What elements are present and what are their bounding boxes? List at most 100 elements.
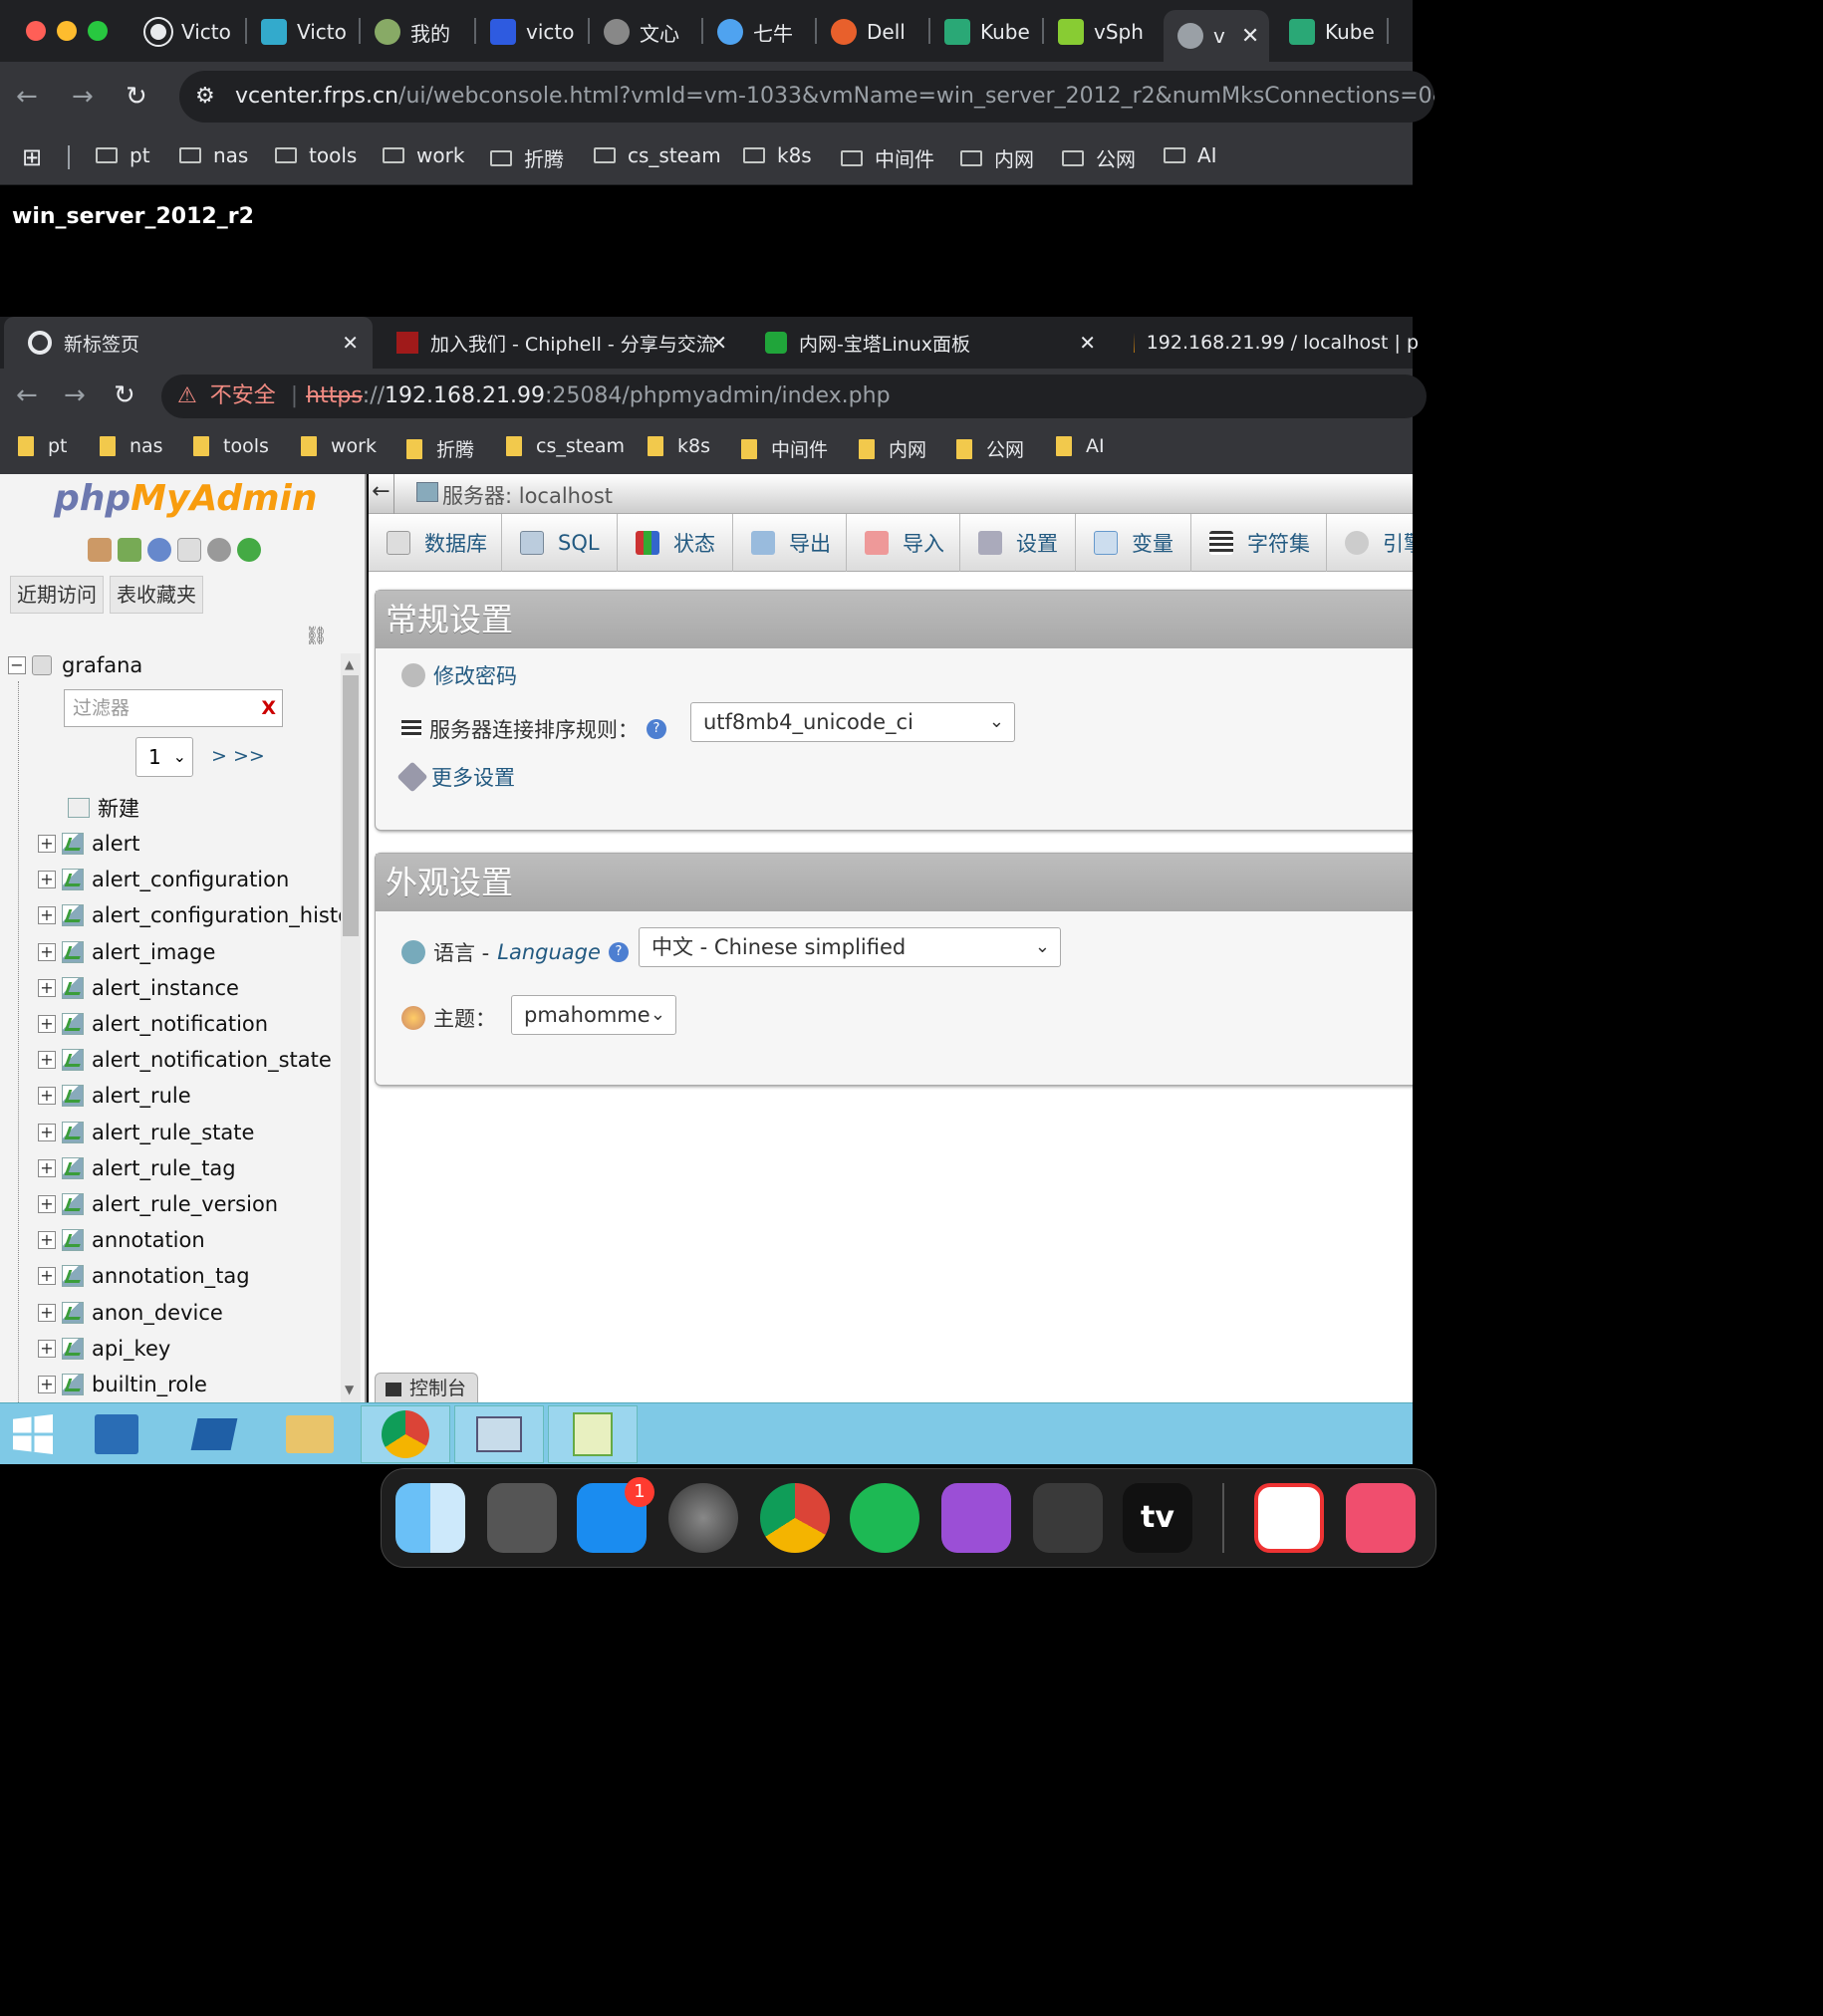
menu-databases[interactable]: 数据库 [369, 514, 502, 572]
expand-icon[interactable]: + [38, 871, 56, 889]
link-icon[interactable]: ⛓ [305, 626, 328, 646]
bookmark-intranet[interactable]: 内网 [859, 435, 926, 462]
help-icon[interactable]: ? [647, 719, 666, 739]
outer-tab-1[interactable]: Victo [131, 10, 245, 54]
bookmark-zheteng[interactable]: 折腾 [490, 143, 564, 172]
bookmark-nas[interactable]: nas [100, 435, 163, 457]
expand-icon[interactable]: + [38, 978, 56, 997]
change-password-link[interactable]: 修改密码 [401, 660, 517, 690]
taskbar-chrome[interactable] [361, 1405, 450, 1463]
collation-select[interactable]: utf8mb4_unicode_ci ⌄ [690, 702, 1015, 742]
wps-icon[interactable] [1254, 1483, 1324, 1553]
apple-tv-icon[interactable]: tv [1123, 1483, 1192, 1553]
close-tab-icon[interactable]: ✕ [1241, 24, 1259, 49]
server-breadcrumb[interactable]: 服务器: localhost [442, 480, 613, 510]
table-row[interactable]: + alert_notification [38, 1007, 268, 1041]
forward-icon[interactable]: → [72, 82, 94, 112]
outer-tab-8[interactable]: Kube [930, 10, 1042, 54]
close-window-icon[interactable] [26, 21, 46, 41]
expand-icon[interactable]: + [38, 1303, 56, 1322]
tab-recent[interactable]: 近期访问 [10, 576, 104, 614]
reload-icon[interactable]: ↻ [126, 82, 147, 112]
close-tab-icon[interactable]: ✕ [342, 331, 359, 355]
taskbar-notepadpp[interactable] [548, 1405, 638, 1463]
expand-icon[interactable]: + [38, 1339, 56, 1358]
outer-tab-9[interactable]: vSph [1044, 10, 1156, 54]
collapse-nav-icon[interactable]: ← [369, 474, 394, 514]
bookmark-tools[interactable]: tools [275, 143, 357, 167]
inner-tab-chiphell[interactable]: 加入我们 - Chiphell - 分享与交流 ✕ [373, 317, 741, 369]
expand-icon[interactable]: + [38, 1087, 56, 1106]
help-icon[interactable]: ? [608, 942, 629, 962]
bookmark-tools[interactable]: tools [193, 435, 269, 457]
bookmark-middleware[interactable]: 中间件 [841, 143, 934, 172]
apps-grid-icon[interactable]: ⊞ [22, 143, 42, 171]
bookmark-pt[interactable]: pt [18, 435, 68, 457]
logout-icon[interactable] [118, 538, 141, 562]
table-row[interactable]: + annotation_tag [38, 1259, 250, 1293]
expand-icon[interactable]: + [38, 1051, 56, 1070]
sublime-text-icon[interactable] [1033, 1483, 1103, 1553]
outer-tab-5[interactable]: 文心 [590, 10, 701, 54]
collapse-icon[interactable]: − [8, 656, 26, 674]
expand-icon[interactable]: + [38, 1015, 56, 1033]
expand-icon[interactable]: + [38, 835, 56, 853]
table-row[interactable]: + alert_configuration [38, 863, 289, 896]
help-icon[interactable] [147, 538, 171, 562]
page-next-links[interactable]: > >> [211, 745, 265, 767]
menu-engines[interactable]: 引擎 [1327, 514, 1413, 572]
table-row[interactable]: + alert_rule_version [38, 1187, 278, 1221]
taskbar-server-manager[interactable] [72, 1405, 161, 1463]
docs-icon[interactable] [177, 538, 201, 562]
new-table-link[interactable]: 新建 [54, 791, 139, 825]
menu-export[interactable]: 导出 [733, 514, 847, 572]
home-icon[interactable] [88, 538, 112, 562]
spotify-icon[interactable] [850, 1483, 919, 1553]
table-row[interactable]: + alert_configuration_histo [38, 898, 351, 932]
outer-tab-4[interactable]: victo [476, 10, 588, 54]
bookmark-k8s[interactable]: k8s [743, 143, 812, 167]
expand-icon[interactable]: + [38, 1158, 56, 1177]
bookmark-work[interactable]: work [383, 143, 464, 167]
tab-favorites[interactable]: 表收藏夹 [110, 576, 203, 614]
scroll-down-icon[interactable]: ▼ [345, 1383, 354, 1396]
inner-url-field[interactable]: ⚠ 不安全 | https://192.168.21.99:25084/phpmy… [161, 375, 1427, 418]
bookmark-internet[interactable]: 公网 [1062, 143, 1136, 172]
phpmyadmin-logo[interactable]: phpMyAdmin [54, 478, 317, 519]
outer-tab-3[interactable]: 我的 [361, 10, 474, 54]
expand-icon[interactable]: + [38, 1267, 56, 1286]
insecure-label[interactable]: 不安全 [210, 383, 276, 408]
taskbar-explorer[interactable] [265, 1405, 355, 1463]
bookmark-internet[interactable]: 公网 [956, 435, 1024, 462]
expand-icon[interactable]: + [38, 942, 56, 961]
nav-scroll-thumb[interactable] [343, 675, 359, 936]
back-icon[interactable]: ← [16, 82, 38, 112]
table-row[interactable]: + builtin_role [38, 1368, 207, 1401]
bookmark-work[interactable]: work [301, 435, 377, 457]
system-settings-icon[interactable] [668, 1483, 738, 1553]
bookmark-cs-steam[interactable]: cs_steam [594, 143, 721, 167]
expand-icon[interactable]: + [38, 1376, 56, 1393]
gear-icon[interactable] [207, 538, 231, 562]
menu-status[interactable]: 状态 [618, 514, 733, 572]
finder-icon[interactable] [395, 1483, 465, 1553]
reload-icon[interactable] [237, 538, 261, 562]
chrome-icon[interactable] [760, 1483, 830, 1553]
outer-tab-6[interactable]: 七牛 [703, 10, 815, 54]
bookmark-zheteng[interactable]: 折腾 [406, 435, 474, 462]
bookmark-intranet[interactable]: 内网 [960, 143, 1034, 172]
launchpad-icon[interactable] [487, 1483, 557, 1553]
table-row[interactable]: + alert_rule_state [38, 1116, 254, 1149]
table-row[interactable]: + annotation [38, 1223, 205, 1257]
outer-url-field[interactable]: ⚙ vcenter.frps.cn/ui/webconsole.html?vmI… [179, 71, 1434, 123]
clear-filter-icon[interactable]: X [261, 690, 276, 726]
language-select[interactable]: 中文 - Chinese simplified ⌄ [639, 927, 1061, 967]
windows-start-button[interactable] [0, 1405, 66, 1463]
back-icon[interactable]: ← [16, 380, 38, 410]
console-toggle[interactable]: 控制台 [375, 1373, 478, 1402]
inner-tab-phpmyadmin[interactable]: 192.168.21.99 / localhost | p [1110, 317, 1419, 369]
table-row[interactable]: + alert_notification_state [38, 1043, 332, 1077]
page-select[interactable]: 1 ⌄ [135, 737, 193, 777]
inner-tab-baota[interactable]: 内网-宝塔Linux面板 ✕ [741, 317, 1110, 369]
menu-sql[interactable]: SQL [502, 514, 618, 572]
